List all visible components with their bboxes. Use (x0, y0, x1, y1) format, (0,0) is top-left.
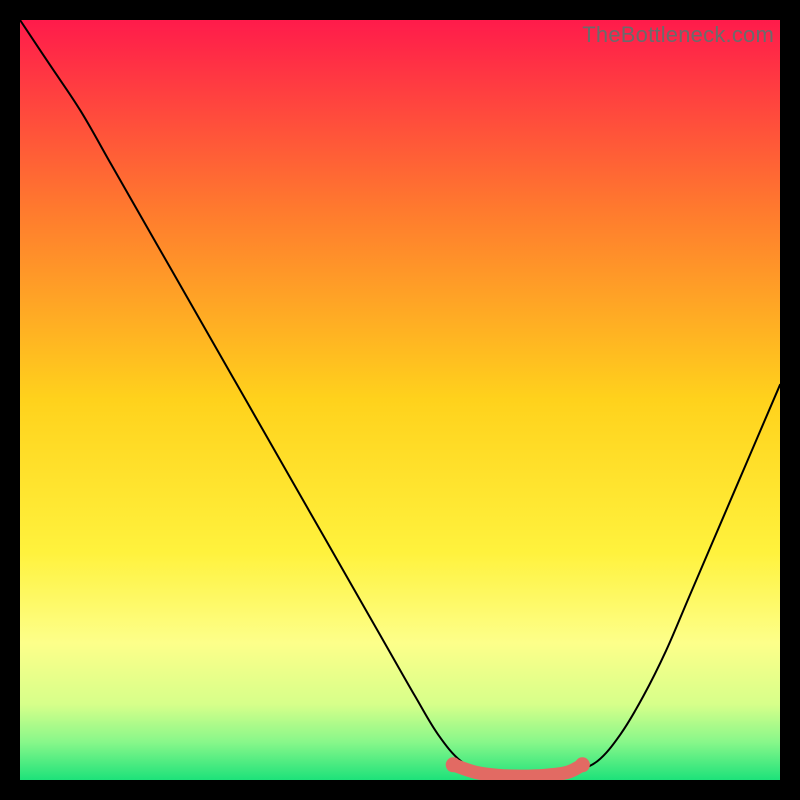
bottleneck-chart (20, 20, 780, 780)
gradient-background (20, 20, 780, 780)
optimal-range-marker-end (446, 757, 461, 772)
optimal-range-marker-end (575, 757, 590, 772)
chart-frame: TheBottleneck.com (20, 20, 780, 780)
watermark-text: TheBottleneck.com (582, 22, 774, 48)
